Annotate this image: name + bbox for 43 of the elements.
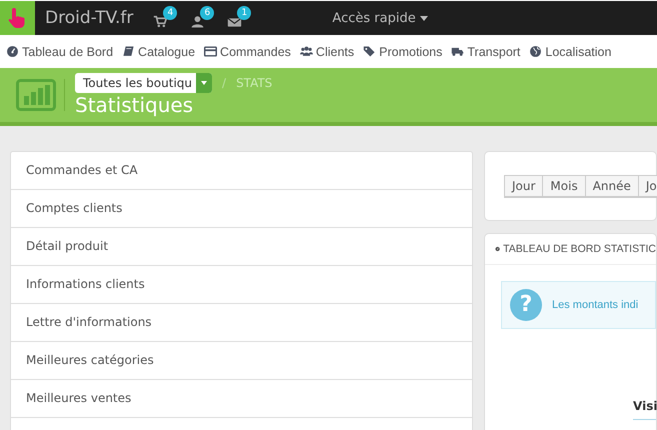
caret-icon: [420, 16, 428, 20]
module-list-item[interactable]: Meilleures ventes: [11, 380, 472, 418]
nav-menu-item[interactable]: Localisation: [529, 44, 612, 58]
column-heading: Visi: [633, 399, 656, 420]
module-list-item[interactable]: Informations clients: [11, 266, 472, 304]
bar-chart-icon: [16, 79, 65, 111]
period-button[interactable]: Jour: [504, 174, 544, 198]
nav-menu-item[interactable]: Transport: [451, 44, 520, 58]
dropdown-caret-icon: [196, 73, 212, 93]
period-button[interactable]: Année: [584, 174, 639, 198]
module-list-item[interactable]: Lettre d'informations: [11, 304, 472, 342]
notification-count: 4: [163, 6, 178, 20]
info-text: Les montants indi: [552, 299, 638, 311]
book-icon: [122, 45, 136, 58]
users-icon: [300, 45, 313, 58]
quick-access-menu[interactable]: Accès rapide: [332, 10, 428, 26]
notification-count: 1: [237, 6, 252, 20]
question-mark-icon: ?: [510, 289, 542, 321]
nav-menu-item[interactable]: Tableau de Bord: [6, 44, 114, 58]
pointing-hand-icon: [8, 7, 28, 29]
module-list-item[interactable]: Comptes clients: [11, 190, 472, 228]
credit-card-icon: [204, 45, 218, 58]
globe-icon: [529, 45, 542, 58]
nav-menu-item[interactable]: Promotions: [363, 44, 442, 58]
period-button[interactable]: Jo: [638, 174, 657, 198]
shop-select[interactable]: Toutes les boutiqu: [75, 73, 212, 93]
period-button[interactable]: Mois: [542, 174, 586, 198]
breadcrumb-separator: /: [222, 76, 226, 90]
user-icon: [190, 15, 206, 30]
nav-menu-item[interactable]: Commandes: [204, 44, 291, 58]
nav-menu-item[interactable]: Clients: [300, 44, 354, 58]
truck-icon: [451, 45, 464, 58]
tag-icon: [363, 45, 376, 58]
module-list-item[interactable]: Commandes et CA: [11, 152, 472, 190]
notification-count: 6: [200, 6, 214, 20]
brand-name[interactable]: Droid-TV.fr: [45, 8, 134, 28]
gauge-icon: [6, 45, 19, 58]
cart-icon: [153, 15, 168, 30]
nav-menu-item[interactable]: Catalogue: [122, 44, 196, 58]
module-list-item[interactable]: Détail produit: [11, 228, 472, 266]
panel-title: TABLEAU DE BORD STATISTIC: [503, 243, 656, 255]
page-title: Statistiques: [75, 93, 194, 117]
module-list-item[interactable]: Meilleures catégories: [11, 342, 472, 380]
